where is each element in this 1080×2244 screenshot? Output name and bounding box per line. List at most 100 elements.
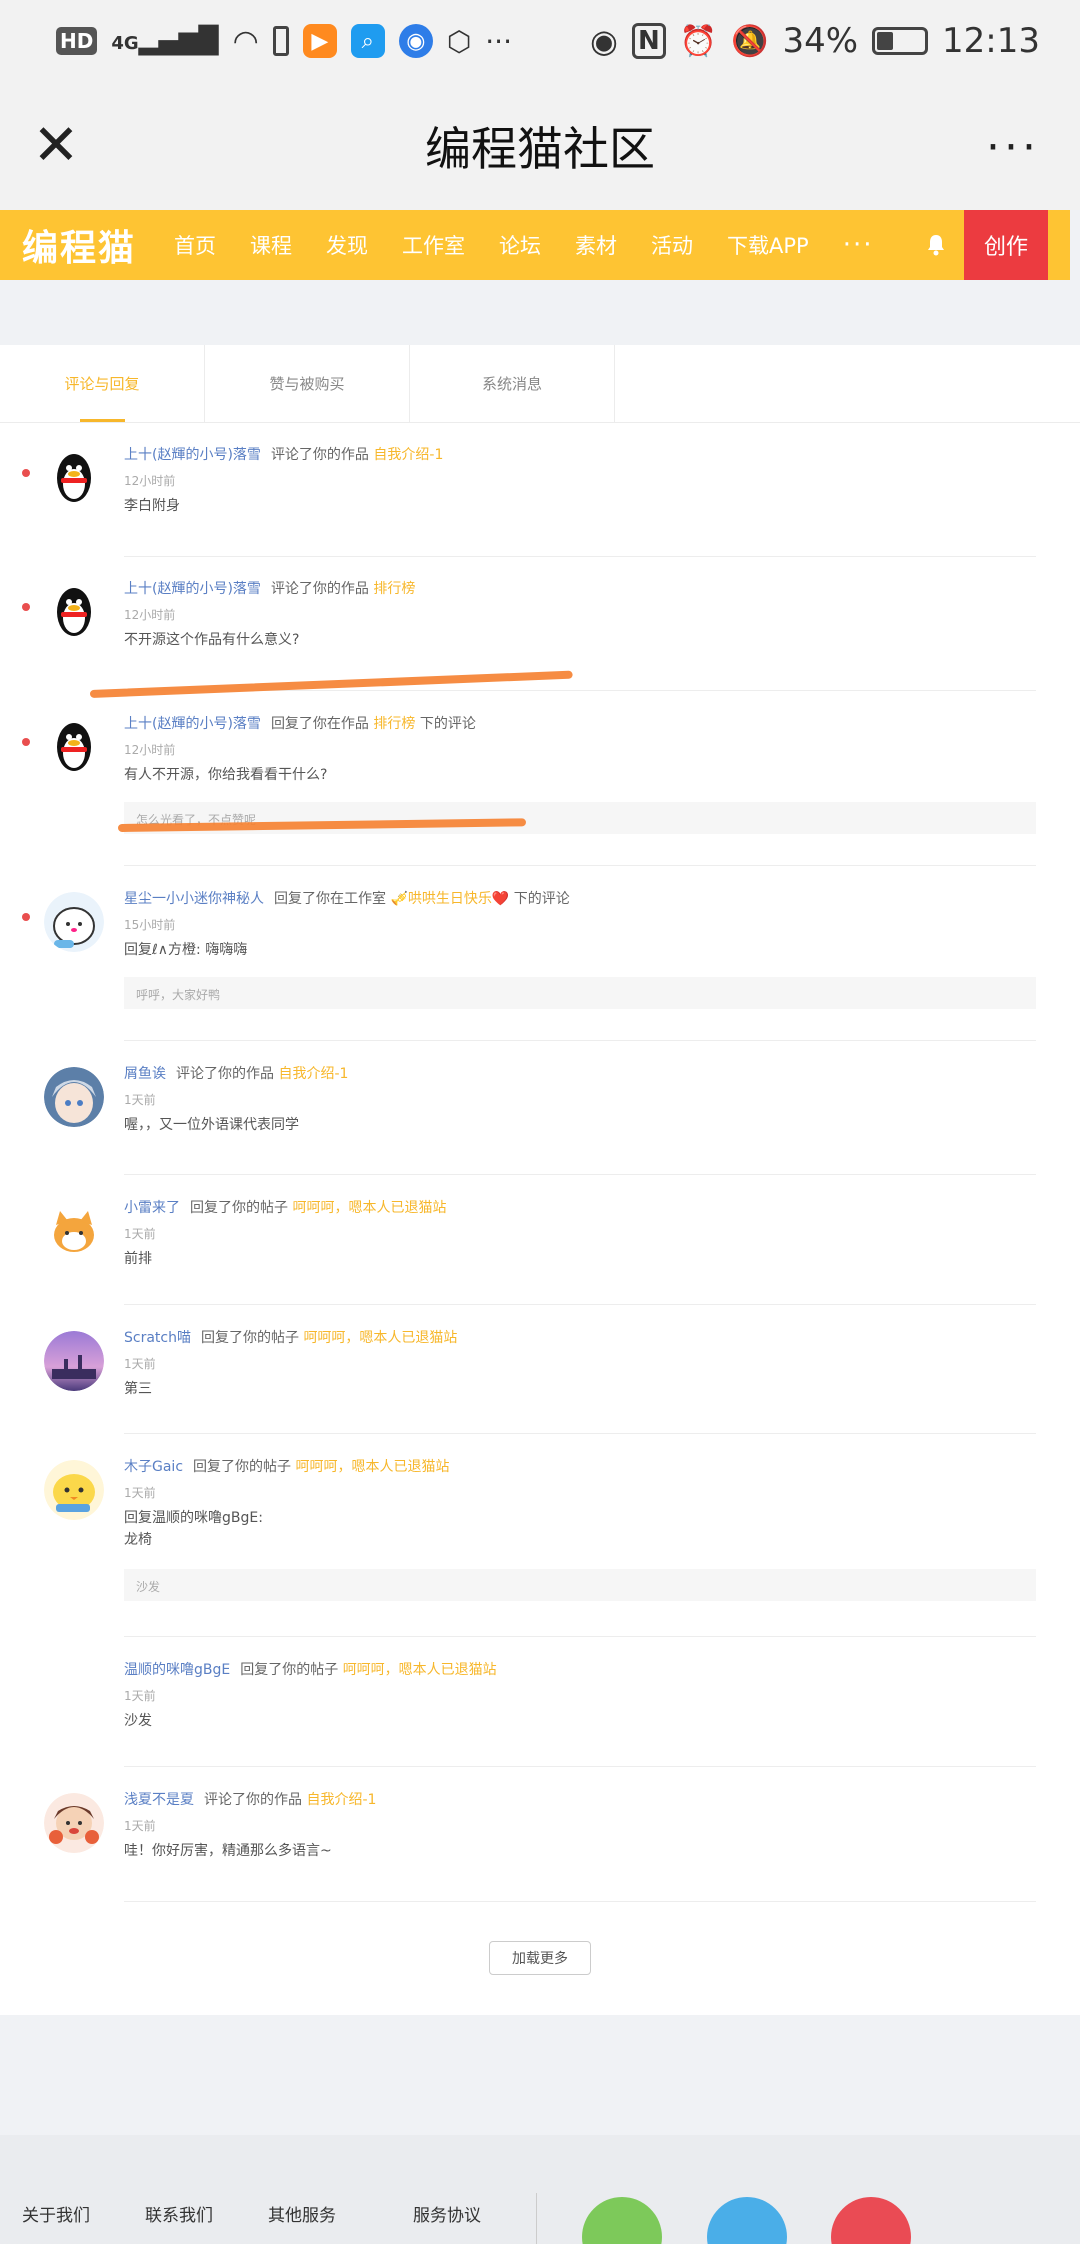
message-object[interactable]: 自我介绍-1 [306, 1792, 376, 1808]
mute-icon: 🔕 [731, 23, 769, 59]
message-body: 第三 [124, 1381, 152, 1397]
footer-divider [536, 2193, 537, 2244]
message-body: 回复温顺的咪噜gBgE: 龙椅 [124, 1510, 263, 1548]
footer-link-about[interactable]: 关于我们 [22, 2201, 90, 2226]
nfc-icon: N [631, 23, 666, 59]
nav-item-discover[interactable]: 发现 [326, 230, 368, 260]
avatar[interactable] [44, 1331, 104, 1391]
battery-saver-icon [272, 26, 289, 56]
message-user[interactable]: 木子Gaic [124, 1459, 183, 1475]
footer-link-agreement[interactable]: 服务协议 [413, 2201, 481, 2226]
footer-link-contact[interactable]: 联系我们 [145, 2201, 213, 2226]
message-user[interactable]: 屑鱼诶 [124, 1066, 166, 1082]
nav-item-materials[interactable]: 素材 [575, 230, 617, 260]
messages-panel: 评论与回复 赞与被购买 系统消息 上十(赵輝的小号)落雪 评论了你的作品 自我介绍… [0, 345, 1080, 2015]
footer-link-services[interactable]: 其他服务 [268, 2201, 336, 2226]
avatar[interactable] [44, 1460, 104, 1520]
message-user[interactable]: Scratch喵 [124, 1330, 191, 1346]
message-header: 上十(赵輝的小号)落雪 评论了你的作品 排行榜 [124, 578, 415, 598]
message-object[interactable]: 排行榜 [373, 581, 415, 597]
nav-item-studio[interactable]: 工作室 [402, 230, 465, 260]
message-user[interactable]: 上十(赵輝的小号)落雪 [124, 581, 261, 597]
avatar[interactable] [44, 1201, 104, 1261]
wifi-icon: ◠ [232, 23, 259, 59]
unread-dot [22, 603, 30, 611]
message-user[interactable]: 上十(赵輝的小号)落雪 [124, 716, 261, 732]
create-button[interactable]: 创作 [964, 210, 1048, 280]
message-action: 回复了你的帖子 [190, 1200, 288, 1216]
message-user[interactable]: 浅夏不是夏 [124, 1792, 194, 1808]
message-time: 12小时前 [124, 608, 176, 622]
message-user[interactable]: 上十(赵輝的小号)落雪 [124, 447, 261, 463]
avatar[interactable] [44, 448, 104, 508]
message-object[interactable]: 🎺哄哄生日快乐❤️ [390, 891, 509, 907]
message-header: 浅夏不是夏 评论了你的作品 自我介绍-1 [124, 1789, 376, 1809]
message-action: 回复了你的帖子 [193, 1459, 292, 1475]
avatar[interactable] [44, 1067, 104, 1127]
message-object[interactable]: 呵呵呵，嗯本人已退猫站 [295, 1459, 449, 1475]
signal-icon: 4G▂▄▆█ [111, 26, 219, 56]
qq-icon[interactable] [707, 2197, 787, 2244]
message-user[interactable]: 温顺的咪噜gBgE [124, 1662, 230, 1678]
message-time: 1天前 [124, 1486, 156, 1500]
message-user[interactable]: 星尘一小小迷你神秘人 [124, 891, 264, 907]
avatar[interactable] [44, 1793, 104, 1853]
weibo-icon[interactable] [831, 2197, 911, 2244]
message-action: 回复了你的帖子 [240, 1662, 339, 1678]
clock: 12:13 [942, 21, 1040, 61]
tab-comments-replies[interactable]: 评论与回复 [0, 345, 205, 422]
message-header: 星尘一小小迷你神秘人 回复了你在工作室 🎺哄哄生日快乐❤️ 下的评论 [124, 888, 570, 908]
tab-likes-purchases[interactable]: 赞与被购买 [205, 345, 410, 422]
nav-item-courses[interactable]: 课程 [250, 230, 292, 260]
message-action: 回复了你的帖子 [200, 1330, 299, 1346]
avatar[interactable] [44, 892, 104, 952]
message-header: 小雷来了 回复了你的帖子 呵呵呵，嗯本人已退猫站 [124, 1197, 446, 1217]
browser-app-icon: ◉ [398, 24, 433, 58]
message-header: 屑鱼诶 评论了你的作品 自我介绍-1 [124, 1063, 348, 1083]
message-action: 评论了你的作品 [270, 581, 369, 597]
wechat-icon[interactable] [582, 2197, 662, 2244]
message-tabs: 评论与回复 赞与被购买 系统消息 [0, 345, 1080, 423]
unread-dot [22, 738, 30, 746]
message-action: 评论了你的作品 [176, 1066, 274, 1082]
load-more-button[interactable]: 加载更多 [489, 1941, 591, 1975]
footer: 关于我们 联系我们 其他服务 服务协议 [0, 2135, 1080, 2244]
message-body: 有人不开源，你给我看看干什么? [124, 767, 328, 783]
message-time: 12小时前 [124, 743, 176, 757]
message-object[interactable]: 排行榜 [373, 716, 415, 732]
logo[interactable]: 编程猫 [22, 219, 172, 271]
message-object[interactable]: 自我介绍-1 [373, 447, 443, 463]
avatar[interactable] [44, 717, 104, 777]
message-time: 15小时前 [124, 918, 176, 932]
message-object[interactable]: 呵呵呵，嗯本人已退猫站 [343, 1662, 497, 1678]
message-object[interactable]: 自我介绍-1 [278, 1066, 348, 1082]
quoted-comment: 呼呼，大家好鸭 [124, 977, 1036, 1009]
close-icon[interactable]: ✕ [28, 118, 84, 174]
message-action: 回复了你在作品 [270, 716, 369, 732]
signal-label: 4G [111, 33, 139, 54]
message-body: 沙发 [124, 1713, 152, 1729]
avatar[interactable] [44, 582, 104, 642]
hand-icon: ⬡ [446, 24, 472, 58]
nav-item-events[interactable]: 活动 [651, 230, 693, 260]
bell-icon[interactable] [924, 233, 948, 257]
battery-percent: 34% [782, 21, 859, 61]
nav-item-home[interactable]: 首页 [174, 230, 216, 260]
search-app-icon: ⌕ [350, 24, 385, 58]
more-menu-icon[interactable]: ··· [986, 122, 1040, 173]
nav-item-forum[interactable]: 论坛 [499, 230, 541, 260]
divider [124, 556, 1036, 557]
message-object[interactable]: 呵呵呵，嗯本人已退猫站 [292, 1200, 446, 1216]
tab-system-messages[interactable]: 系统消息 [410, 345, 615, 422]
message-header: 温顺的咪噜gBgE 回复了你的帖子 呵呵呵，嗯本人已退猫站 [124, 1659, 497, 1679]
nav-more-icon[interactable]: ··· [843, 230, 874, 260]
message-header: Scratch喵 回复了你的帖子 呵呵呵，嗯本人已退猫站 [124, 1327, 457, 1347]
message-body: 不开源这个作品有什么意义? [124, 632, 300, 648]
page-title: 编程猫社区 [425, 122, 655, 176]
nav-item-download-app[interactable]: 下载APP [727, 230, 809, 260]
alarm-icon: ⏰ [679, 23, 718, 59]
message-object[interactable]: 呵呵呵，嗯本人已退猫站 [303, 1330, 457, 1346]
video-app-icon: ▶ [302, 24, 337, 58]
message-user[interactable]: 小雷来了 [124, 1200, 180, 1216]
divider [124, 1304, 1036, 1305]
